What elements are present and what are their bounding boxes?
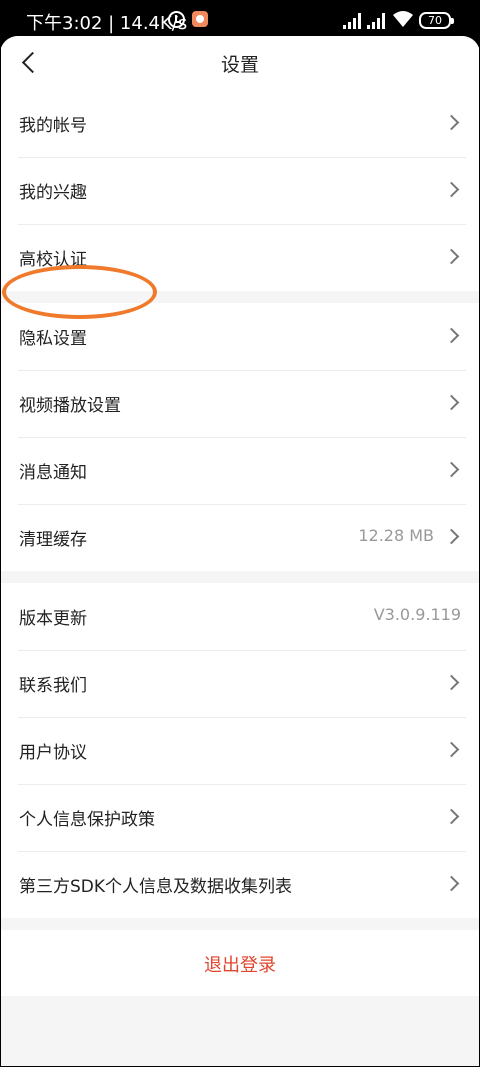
- signal-icon-2: [367, 13, 387, 29]
- row-video-playback-settings[interactable]: 视频播放设置: [0, 370, 480, 437]
- row-label: 消息通知: [19, 463, 87, 483]
- row-my-account[interactable]: 我的帐号: [0, 90, 480, 157]
- version-value: V3.0.9.119: [373, 605, 461, 624]
- row-label: 隐私设置: [19, 329, 87, 349]
- row-label: 我的兴趣: [19, 183, 87, 203]
- row-clear-cache[interactable]: 清理缓存 12.28 MB: [0, 504, 480, 571]
- logout-button[interactable]: 退出登录: [0, 930, 480, 996]
- row-user-agreement[interactable]: 用户协议: [0, 717, 480, 784]
- chevron-right-icon: [443, 875, 460, 892]
- chevron-right-icon: [443, 181, 460, 198]
- row-label: 清理缓存: [19, 530, 87, 550]
- wifi-icon: [393, 11, 413, 27]
- chevron-right-icon: [443, 674, 460, 691]
- signal-icon: [343, 13, 363, 29]
- chevron-right-icon: [443, 114, 460, 131]
- chevron-right-icon: [443, 808, 460, 825]
- status-bar: 下午3:02 | 14.4K/s 70: [0, 0, 480, 40]
- row-college-verification[interactable]: 高校认证: [0, 224, 480, 291]
- cache-size-value: 12.28 MB: [358, 526, 434, 545]
- chevron-right-icon: [443, 327, 460, 344]
- row-version-update[interactable]: 版本更新 V3.0.9.119: [0, 583, 480, 650]
- status-time-speed: 下午3:02 | 14.4K/s: [26, 13, 188, 34]
- row-my-interests[interactable]: 我的兴趣: [0, 157, 480, 224]
- chevron-right-icon: [443, 528, 460, 545]
- page-title: 设置: [220, 54, 259, 76]
- settings-group-about: 版本更新 V3.0.9.119 联系我们 用户协议 个人信息保护政策 第三方SD…: [0, 583, 480, 918]
- row-label: 联系我们: [19, 676, 87, 696]
- settings-group-preferences: 隐私设置 视频播放设置 消息通知 清理缓存 12.28 MB: [0, 303, 480, 571]
- row-label: 第三方SDK个人信息及数据收集列表: [19, 877, 293, 897]
- row-label: 高校认证: [19, 250, 87, 270]
- row-label: 视频播放设置: [19, 396, 121, 416]
- row-notifications[interactable]: 消息通知: [0, 437, 480, 504]
- chevron-right-icon: [443, 248, 460, 265]
- row-contact-us[interactable]: 联系我们: [0, 650, 480, 717]
- row-label: 我的帐号: [19, 116, 87, 136]
- row-label: 用户协议: [19, 743, 87, 763]
- chevron-right-icon: [443, 394, 460, 411]
- row-label: 个人信息保护政策: [19, 810, 155, 830]
- chevron-right-icon: [443, 741, 460, 758]
- battery-icon: 70: [419, 12, 454, 29]
- chevron-right-icon: [443, 461, 460, 478]
- logout-label: 退出登录: [204, 955, 276, 976]
- settings-group-account: 我的帐号 我的兴趣 高校认证: [0, 90, 480, 291]
- row-third-party-sdk-list[interactable]: 第三方SDK个人信息及数据收集列表: [0, 851, 480, 918]
- row-privacy-policy[interactable]: 个人信息保护政策: [0, 784, 480, 851]
- row-privacy-settings[interactable]: 隐私设置: [0, 303, 480, 370]
- settings-screen: 设置 我的帐号 我的兴趣 高校认证 隐私设置 视频播放设置 消息通知 清理缓存 …: [0, 36, 480, 1067]
- alarm-icon: [168, 11, 185, 28]
- app-notification-icon: [192, 11, 208, 27]
- title-bar: 设置: [0, 36, 480, 90]
- row-label: 版本更新: [19, 609, 87, 629]
